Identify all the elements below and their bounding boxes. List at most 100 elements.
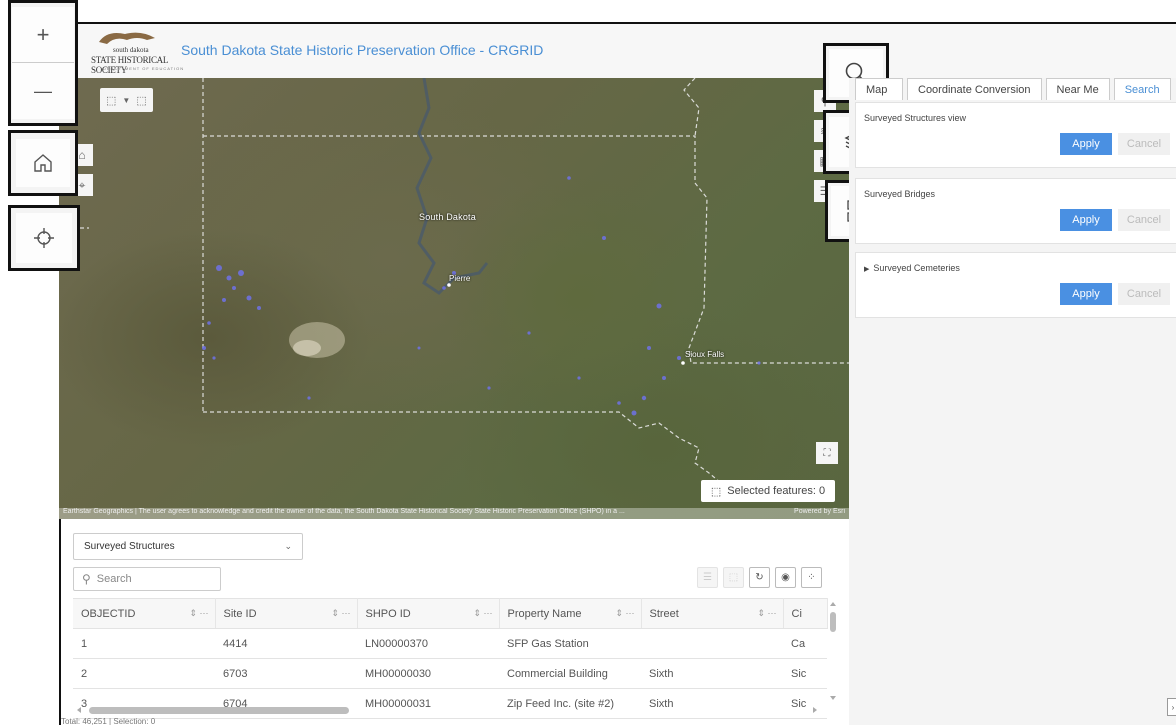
horizontal-scroll-thumb[interactable] bbox=[89, 707, 349, 714]
show-selection-button[interactable]: ☰ bbox=[697, 567, 718, 588]
table-row[interactable]: 1 4414 LN00000370 SFP Gas Station Ca bbox=[73, 628, 827, 659]
logo-line2: STATE HISTORICAL SOCIETY bbox=[91, 55, 168, 75]
table-cell: SFP Gas Station bbox=[499, 628, 641, 659]
locate-button[interactable] bbox=[8, 205, 80, 271]
clear-selection-icon[interactable]: ⬚ bbox=[136, 94, 146, 107]
eye-icon: ◉ bbox=[781, 572, 790, 583]
chevron-down-icon: ⌄ bbox=[284, 541, 292, 551]
filter-title[interactable]: Surveyed Bridges bbox=[864, 189, 935, 199]
attribute-table: OBJECTID ⇕ ⋯ Site ID ⇕ ⋯ SHPO ID ⇕ ⋯ Proper… bbox=[73, 598, 828, 719]
column-header[interactable]: Site ID ⇕ ⋯ bbox=[215, 598, 358, 629]
logo-line1: south dakota bbox=[113, 46, 149, 54]
column-header[interactable]: SHPO ID ⇕ ⋯ bbox=[357, 598, 500, 629]
table-toolbar: ☰ ⬚ ↻ ◉ ⁘ bbox=[697, 567, 822, 588]
layer-select-value: Surveyed Structures bbox=[84, 541, 175, 552]
filter-title-row[interactable]: ▶ Surveyed Cemeteries bbox=[864, 263, 960, 273]
sort-icon[interactable]: ⇕ ⋯ bbox=[473, 608, 498, 619]
vertical-scrollbar[interactable] bbox=[827, 598, 839, 708]
apply-button[interactable]: Apply bbox=[1060, 209, 1112, 231]
show-hide-columns-button[interactable]: ◉ bbox=[775, 567, 796, 588]
refresh-button[interactable]: ↻ bbox=[749, 567, 770, 588]
map-imagery bbox=[59, 78, 849, 499]
column-header-label: OBJECTID bbox=[81, 607, 136, 620]
table-header-row: OBJECTID ⇕ ⋯ Site ID ⇕ ⋯ SHPO ID ⇕ ⋯ Proper… bbox=[73, 598, 828, 629]
tab-near-me[interactable]: Near Me bbox=[1045, 78, 1110, 100]
chevron-down-icon[interactable]: ▼ bbox=[122, 96, 130, 105]
column-header-label: Street bbox=[649, 607, 679, 620]
cancel-button[interactable]: Cancel bbox=[1118, 209, 1170, 231]
zoom-in-button[interactable]: + bbox=[12, 7, 74, 63]
table-cell: 1 bbox=[73, 628, 215, 659]
map-view[interactable]: ⬚ ▼ ⬚ South Dakota Pierre Sioux Falls ⌂ … bbox=[59, 78, 849, 519]
column-header[interactable]: OBJECTID ⇕ ⋯ bbox=[73, 598, 216, 629]
fullscreen-button[interactable]: ⛶ bbox=[816, 442, 838, 464]
select-toolbar[interactable]: ⬚ ▼ ⬚ bbox=[100, 88, 153, 112]
clear-selection-button[interactable]: ⬚ bbox=[723, 567, 744, 588]
column-header[interactable]: Street ⇕ ⋯ bbox=[641, 598, 784, 629]
table-cell: LN00000370 bbox=[357, 628, 499, 659]
column-header-label: Property Name bbox=[507, 607, 582, 620]
chevron-icon: › bbox=[1171, 702, 1175, 712]
select-by-rectangle-icon[interactable]: ⬚ bbox=[106, 94, 116, 107]
table-cell: 2 bbox=[73, 658, 215, 689]
filter-card-cemeteries: ▶ Surveyed Cemeteries Apply Cancel bbox=[855, 252, 1176, 318]
powered-by-esri[interactable]: Powered by Esri bbox=[794, 508, 845, 519]
zoom-controls: + — bbox=[8, 0, 78, 126]
refresh-icon: ↻ bbox=[755, 572, 764, 583]
selected-features-label: Selected features: 0 bbox=[727, 485, 826, 497]
app-header: south dakota STATE HISTORICAL SOCIETY DE… bbox=[57, 22, 1176, 78]
attribution-text: Earthstar Geographics | The user agrees … bbox=[63, 508, 625, 515]
app-title: South Dakota State Historic Preservation… bbox=[181, 42, 544, 58]
panel-collapse-button[interactable]: › bbox=[1167, 698, 1176, 716]
clear-selection-icon: ⬚ bbox=[728, 572, 739, 583]
table-search-input[interactable]: ⚲ Search bbox=[73, 567, 221, 591]
selection-icon: ⬚ bbox=[710, 485, 722, 498]
expand-caret-icon[interactable]: ▶ bbox=[864, 266, 869, 273]
sort-icon[interactable]: ⇕ ⋯ bbox=[189, 608, 214, 619]
table-options-button[interactable]: ⁘ bbox=[801, 567, 822, 588]
buffalo-logo-icon bbox=[99, 32, 155, 44]
crosshair-icon: ⌖ bbox=[78, 177, 86, 192]
table-cell bbox=[641, 628, 783, 659]
horizontal-scrollbar[interactable] bbox=[73, 705, 827, 715]
apply-button[interactable]: Apply bbox=[1060, 133, 1112, 155]
tab-map[interactable]: Map bbox=[855, 78, 903, 100]
search-icon: ⚲ bbox=[82, 572, 91, 586]
app-root: south dakota STATE HISTORICAL SOCIETY DE… bbox=[0, 0, 1176, 725]
column-header[interactable]: Ci bbox=[783, 598, 828, 629]
apply-button[interactable]: Apply bbox=[1060, 283, 1112, 305]
sort-icon[interactable]: ⇕ ⋯ bbox=[331, 608, 356, 619]
table-row[interactable]: 2 6703 MH00000030 Commercial Building Si… bbox=[73, 658, 827, 689]
table-cell: Commercial Building bbox=[499, 658, 641, 689]
map-label-state: South Dakota bbox=[419, 212, 476, 222]
sort-icon[interactable]: ⇕ ⋯ bbox=[757, 608, 782, 619]
widget-panel: Map Coordinate Conversion Near Me Search… bbox=[849, 78, 1176, 725]
cancel-button[interactable]: Cancel bbox=[1118, 133, 1170, 155]
crosshair-icon bbox=[34, 228, 54, 248]
table-cell: Sixth bbox=[641, 658, 783, 689]
selected-features-badge[interactable]: ⬚ Selected features: 0 bbox=[701, 480, 835, 502]
table-status: Total: 46,251 | Selection: 0 bbox=[61, 717, 156, 725]
map-label-pierre: Pierre bbox=[449, 274, 471, 283]
home-button[interactable] bbox=[8, 130, 78, 196]
layer-select[interactable]: Surveyed Structures ⌄ bbox=[73, 533, 303, 560]
home-icon: ⌂ bbox=[78, 148, 86, 162]
logo-line3: DEPARTMENT OF EDUCATION bbox=[103, 66, 185, 71]
sort-icon[interactable]: ⇕ ⋯ bbox=[615, 608, 640, 619]
tab-search[interactable]: Search bbox=[1113, 78, 1171, 100]
map-label-sioux-falls: Sioux Falls bbox=[685, 350, 725, 359]
filter-title[interactable]: Surveyed Structures view bbox=[864, 113, 966, 123]
filter-card-bridges: Surveyed Bridges Apply Cancel bbox=[855, 178, 1176, 244]
widget-tabs: Map Coordinate Conversion Near Me Search bbox=[855, 78, 1171, 100]
table-cell: 4414 bbox=[215, 628, 357, 659]
table-cell: MH00000030 bbox=[357, 658, 499, 689]
filter-title: Surveyed Cemeteries bbox=[873, 263, 960, 273]
column-header[interactable]: Property Name ⇕ ⋯ bbox=[499, 598, 642, 629]
map-attribution: Earthstar Geographics | The user agrees … bbox=[59, 508, 849, 519]
zoom-out-button[interactable]: — bbox=[12, 63, 74, 119]
list-icon: ☰ bbox=[703, 572, 712, 583]
attribute-table-panel: Surveyed Structures ⌄ ⚲ Search ☰ ⬚ ↻ ◉ ⁘… bbox=[59, 519, 849, 725]
cancel-button[interactable]: Cancel bbox=[1118, 283, 1170, 305]
table-cell: Ca bbox=[783, 628, 827, 659]
tab-coordinate-conversion[interactable]: Coordinate Conversion bbox=[907, 78, 1042, 100]
